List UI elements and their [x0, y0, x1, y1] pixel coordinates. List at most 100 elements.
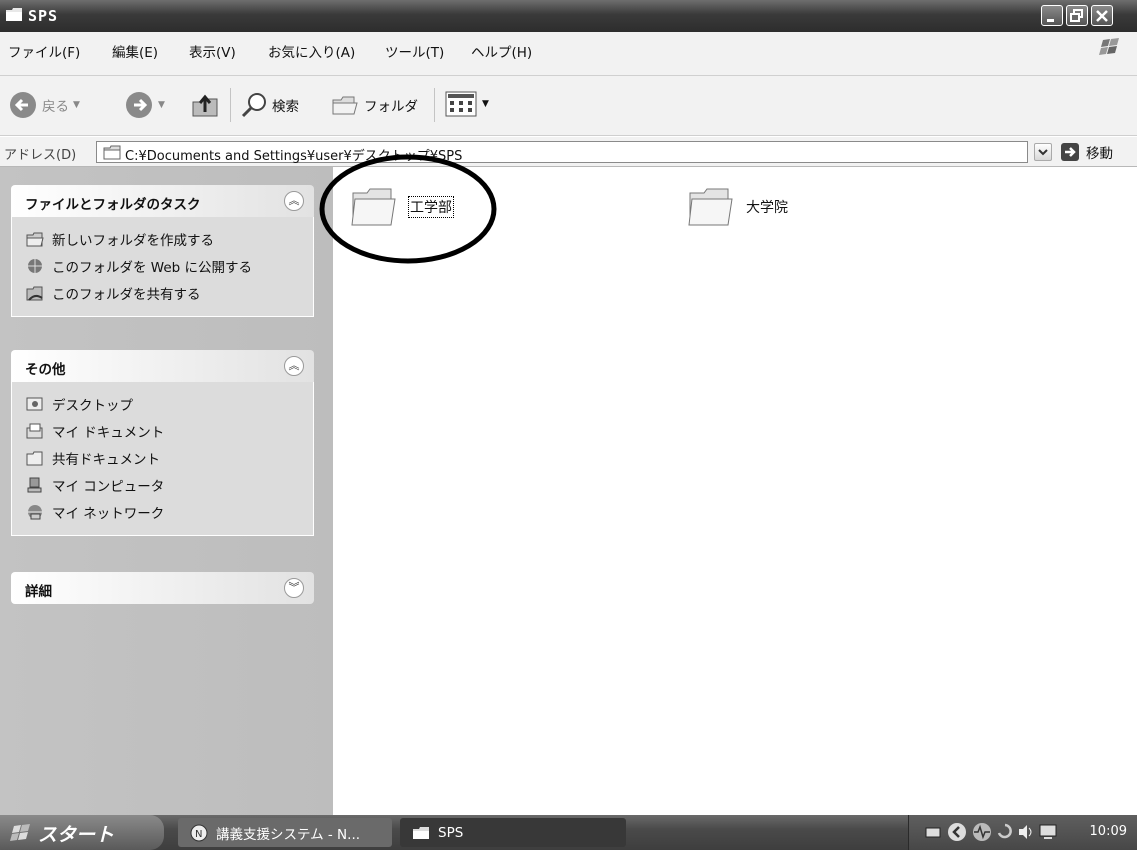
place-label: マイ コンピュータ	[52, 478, 165, 495]
taskbar-item-lecture[interactable]: N 講義支援システム - N...	[178, 818, 392, 847]
menu-bar: ファイル(F) 編集(E) 表示(V) お気に入り(A) ツール(T) ヘルプ(…	[0, 32, 1137, 76]
place-shared-documents[interactable]: 共有ドキュメント	[26, 444, 313, 471]
back-dropdown-icon: ▼	[73, 100, 80, 110]
menu-tools[interactable]: ツール(T)	[385, 41, 444, 61]
go-button[interactable]: 移動	[1060, 142, 1113, 162]
go-label: 移動	[1086, 146, 1113, 162]
network-activity-icon[interactable]	[971, 822, 993, 842]
title-bar[interactable]: SPS	[0, 0, 1137, 32]
task-share-folder[interactable]: このフォルダを共有する	[26, 279, 313, 306]
menu-file[interactable]: ファイル(F)	[8, 41, 80, 61]
other-places-panel: その他 ︽ デスクトップ マイ ドキュメント 共有ドキュメント マイ コンピュー…	[11, 350, 314, 536]
forward-dropdown-icon: ▼	[158, 100, 165, 110]
forward-arrow-icon	[126, 92, 152, 118]
taskbar-item-label: 講義支援システム - N...	[216, 826, 361, 843]
taskbar-item-label: SPS	[438, 824, 464, 841]
minimize-icon	[1047, 19, 1054, 22]
folder-item[interactable]: 大学院	[686, 185, 788, 229]
folders-button[interactable]: フォルダ	[330, 92, 418, 118]
menu-help[interactable]: ヘルプ(H)	[471, 41, 532, 61]
go-arrow-icon	[1061, 143, 1079, 161]
up-folder-button[interactable]	[190, 90, 222, 120]
task-label: このフォルダを Web に公開する	[52, 259, 253, 276]
expand-icon[interactable]: ︾	[284, 578, 304, 598]
views-dropdown-icon: ▼	[482, 99, 489, 109]
folder-name: 大学院	[746, 200, 788, 216]
views-button[interactable]: ▼	[444, 90, 489, 118]
file-list-view[interactable]: 工学部 大学院	[333, 167, 1137, 815]
task-label: 新しいフォルダを作成する	[52, 232, 214, 249]
start-label: スタート	[38, 824, 115, 846]
windows-flag-icon	[10, 824, 30, 841]
computer-icon	[27, 477, 42, 492]
place-label: デスクトップ	[52, 397, 133, 414]
folder-item[interactable]: 工学部	[349, 185, 454, 229]
folder-icon	[103, 145, 121, 160]
show-hidden-icons-button[interactable]	[947, 822, 967, 842]
documents-icon	[26, 423, 43, 438]
toolbar: 戻る ▼ ▼ 検索 フォルダ ▼	[0, 76, 1137, 136]
chevron-down-icon	[1038, 149, 1048, 156]
place-label: 共有ドキュメント	[52, 451, 160, 468]
details-title: 詳細	[25, 584, 52, 600]
collapse-icon[interactable]: ︽	[284, 191, 304, 211]
system-tray: 10:09	[908, 815, 1137, 850]
views-icon	[445, 91, 477, 117]
close-button[interactable]	[1091, 5, 1113, 26]
place-my-computer[interactable]: マイ コンピュータ	[26, 471, 313, 498]
folder-icon	[688, 188, 733, 226]
window-title: SPS	[28, 7, 59, 25]
search-button[interactable]: 検索	[240, 92, 299, 118]
restore-icon	[1070, 9, 1083, 22]
address-input[interactable]: C:¥Documents and Settings¥user¥デスクトップ¥SP…	[96, 141, 1028, 164]
address-value: C:¥Documents and Settings¥user¥デスクトップ¥SP…	[125, 149, 463, 164]
app-icon: N	[190, 824, 208, 841]
file-folder-tasks-header[interactable]: ファイルとフォルダのタスク ︽	[11, 185, 314, 217]
restore-button[interactable]	[1066, 5, 1088, 26]
folder-icon	[6, 8, 22, 21]
clock: 10:09	[1089, 824, 1127, 839]
keyboard-icon[interactable]	[925, 825, 941, 839]
minimize-button[interactable]	[1041, 5, 1063, 26]
shared-documents-icon	[26, 451, 43, 465]
forward-button[interactable]: ▼	[124, 90, 165, 120]
taskbar-item-sps[interactable]: SPS	[400, 818, 626, 847]
taskbar: スタート N 講義支援システム - N... SPS 10:09	[0, 815, 1137, 850]
address-bar: アドレス(D) C:¥Documents and Settings¥user¥デ…	[0, 137, 1137, 167]
place-desktop[interactable]: デスクトップ	[26, 390, 313, 417]
desktop-icon	[26, 397, 43, 410]
place-my-network[interactable]: マイ ネットワーク	[26, 498, 313, 525]
folder-name: 工学部	[408, 196, 454, 218]
folder-icon	[413, 826, 429, 839]
folder-icon	[351, 188, 396, 226]
folders-label: フォルダ	[364, 99, 418, 115]
menu-view[interactable]: 表示(V)	[189, 41, 236, 61]
back-button[interactable]: 戻る ▼	[8, 90, 80, 120]
task-publish-web[interactable]: このフォルダを Web に公開する	[26, 252, 313, 279]
start-button[interactable]: スタート	[0, 815, 164, 850]
share-folder-icon	[26, 286, 43, 301]
details-header[interactable]: 詳細 ︾	[11, 572, 314, 604]
folders-icon	[332, 96, 358, 115]
address-label: アドレス(D)	[4, 148, 77, 163]
volume-icon[interactable]	[1017, 824, 1035, 840]
other-places-header[interactable]: その他 ︽	[11, 350, 314, 382]
file-folder-tasks-panel: ファイルとフォルダのタスク ︽ 新しいフォルダを作成する このフォルダを Web…	[11, 185, 314, 317]
details-panel: 詳細 ︾	[11, 572, 314, 604]
svg-text:N: N	[195, 829, 202, 840]
menu-favorites[interactable]: お気に入り(A)	[268, 41, 355, 61]
other-places-title: その他	[25, 362, 66, 378]
collapse-icon[interactable]: ︽	[284, 356, 304, 376]
menu-edit[interactable]: 編集(E)	[112, 41, 158, 61]
place-label: マイ ネットワーク	[52, 505, 165, 522]
search-icon	[241, 93, 266, 118]
place-label: マイ ドキュメント	[52, 424, 165, 441]
task-new-folder[interactable]: 新しいフォルダを作成する	[26, 225, 313, 252]
sync-icon[interactable]	[997, 823, 1013, 841]
place-my-documents[interactable]: マイ ドキュメント	[26, 417, 313, 444]
file-folder-tasks-title: ファイルとフォルダのタスク	[25, 197, 201, 213]
address-dropdown-button[interactable]	[1034, 143, 1052, 161]
search-label: 検索	[272, 99, 299, 115]
close-icon	[1096, 10, 1108, 22]
display-icon[interactable]	[1039, 824, 1057, 840]
